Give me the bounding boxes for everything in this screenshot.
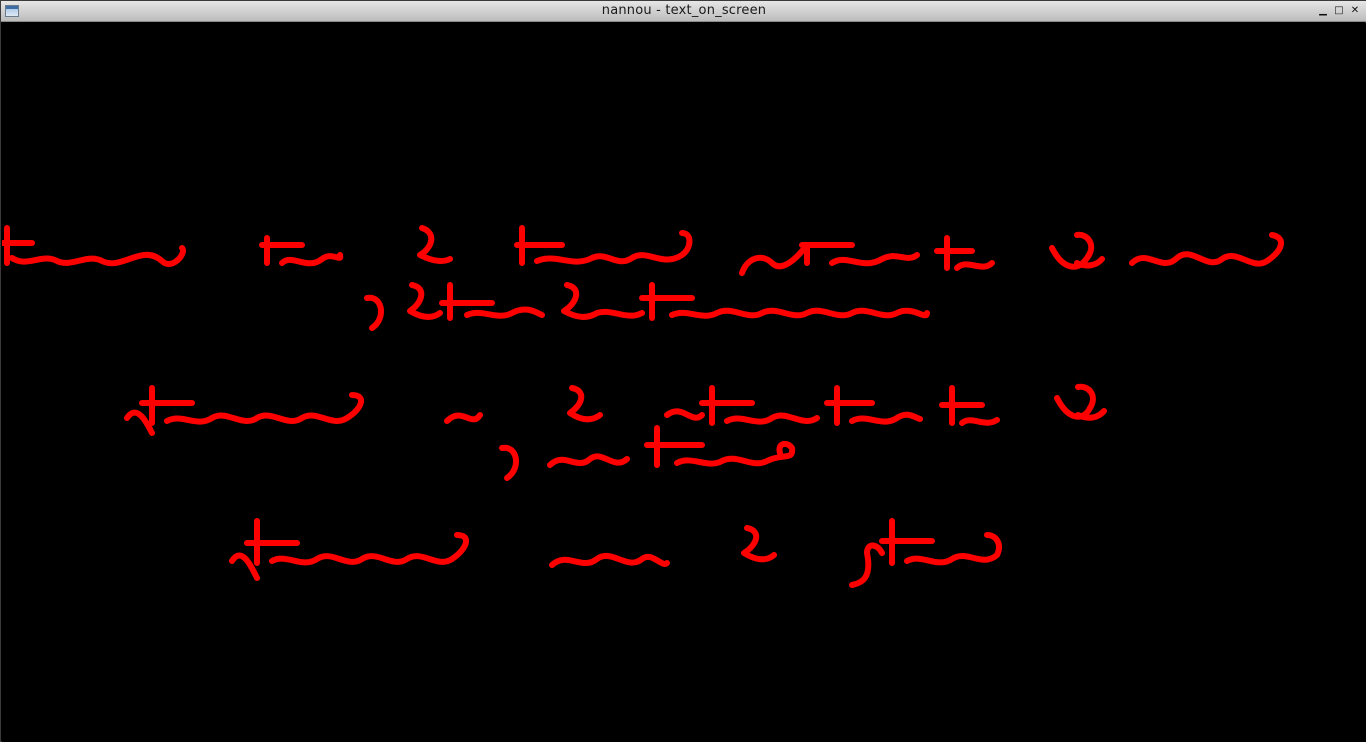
script-line-2	[364, 282, 930, 331]
script-line-3	[124, 383, 1107, 436]
maximize-icon[interactable]: □	[1333, 5, 1345, 17]
script-line-4	[499, 425, 796, 481]
title-bar[interactable]: nannou - text_on_screen ▁ □ ✕	[1, 1, 1366, 22]
window-title: nannou - text_on_screen	[601, 3, 767, 18]
render-canvas[interactable]	[2, 23, 1366, 742]
close-icon[interactable]: ✕	[1349, 5, 1361, 17]
app-window: nannou - text_on_screen ▁ □ ✕	[0, 0, 1366, 742]
minimize-icon[interactable]: ▁	[1317, 5, 1329, 17]
script-line-1	[2, 225, 1284, 276]
red-script-drawing	[2, 225, 1284, 588]
script-line-5	[229, 518, 1002, 588]
